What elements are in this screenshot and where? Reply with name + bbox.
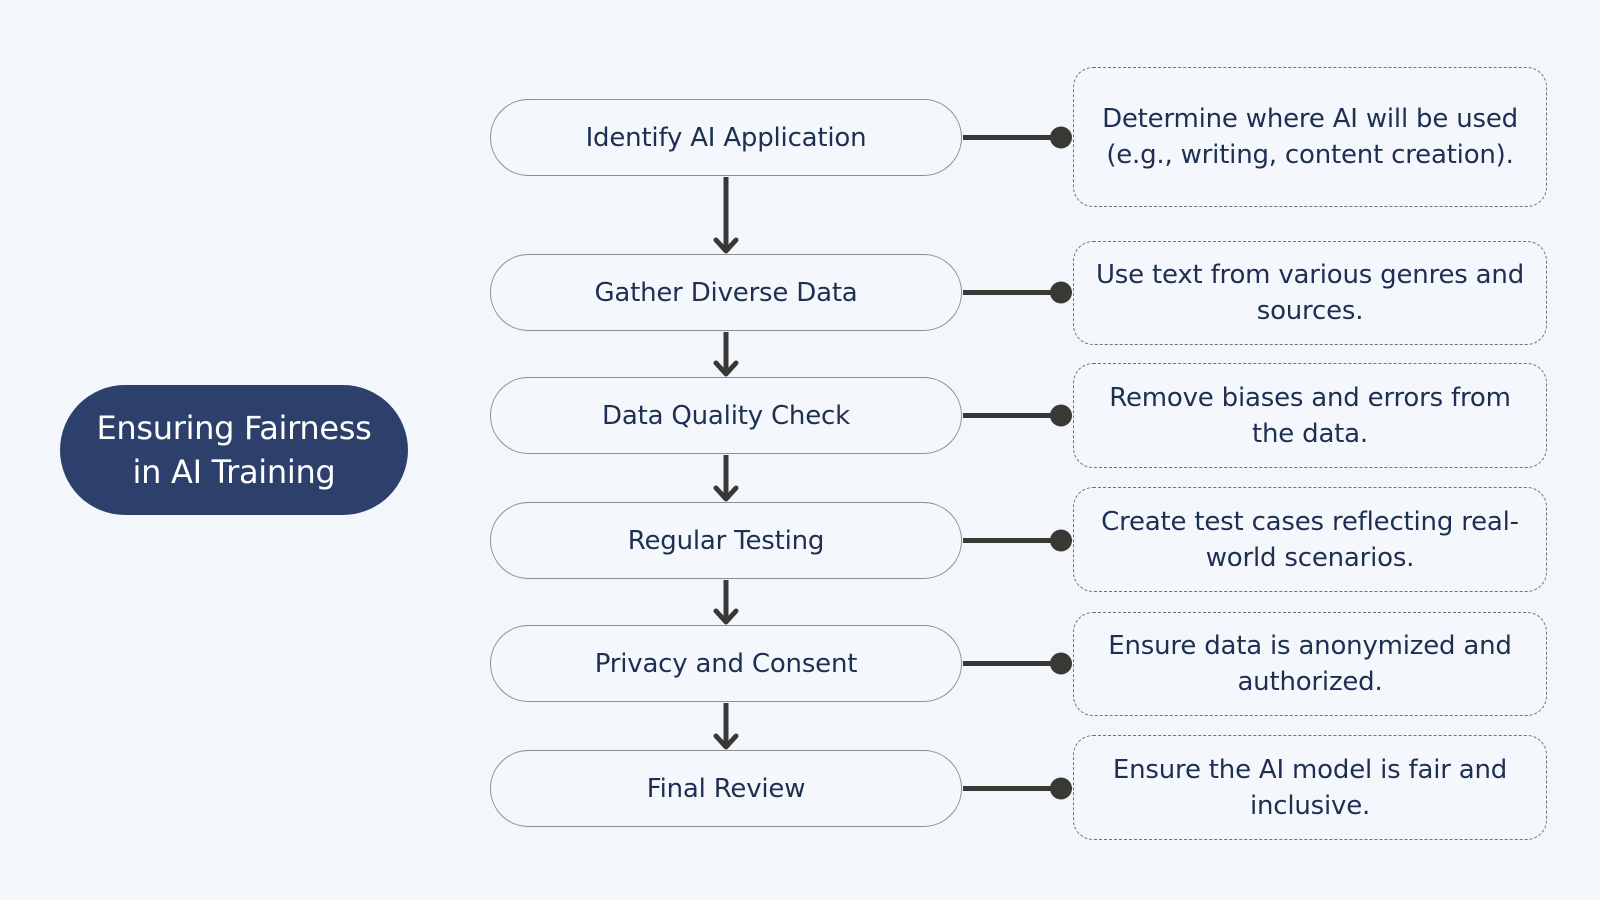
step-description-box: Determine where AI will be used (e.g., w…: [1073, 67, 1547, 207]
step-node: Data Quality Check: [490, 377, 962, 454]
step-label: Regular Testing: [627, 525, 825, 556]
diagram-title: Ensuring Fairness in AI Training: [60, 385, 408, 515]
step-label: Gather Diverse Data: [594, 277, 858, 308]
connector-dot-icon: [1050, 777, 1072, 800]
step-description-box: Remove biases and errors from the data.: [1073, 363, 1547, 468]
title-text: Ensuring Fairness in AI Training: [74, 406, 394, 494]
title-line-1: Ensuring Fairness: [96, 409, 372, 447]
arrow-down-icon: [713, 703, 739, 750]
step-label: Privacy and Consent: [594, 648, 858, 679]
step-description: Ensure the AI model is fair and inclusiv…: [1112, 754, 1508, 821]
connector-dot-icon: [1050, 281, 1072, 304]
step-label: Identify AI Application: [585, 122, 867, 153]
connector-dot-icon: [1050, 652, 1072, 675]
step-description-box: Ensure data is anonymized and authorized…: [1073, 612, 1547, 716]
step-node: Final Review: [490, 750, 962, 827]
step-description: Ensure data is anonymized and authorized…: [1108, 631, 1512, 697]
step-description-box: Ensure the AI model is fair and inclusiv…: [1073, 735, 1547, 840]
step-description: Remove biases and errors from the data.: [1109, 382, 1511, 449]
step-node: Regular Testing: [490, 502, 962, 579]
step-description: Use text from various genres and sources…: [1095, 260, 1525, 326]
connector-dot-icon: [1050, 126, 1072, 149]
step-label: Data Quality Check: [602, 400, 850, 431]
arrow-down-icon: [713, 455, 739, 502]
step-description: Create test cases reflecting real-world …: [1101, 506, 1519, 573]
step-label: Final Review: [646, 773, 806, 804]
step-node: Gather Diverse Data: [490, 254, 962, 331]
step-description: Determine where AI will be used (e.g., w…: [1102, 104, 1518, 170]
connector-dot-icon: [1050, 404, 1072, 427]
arrow-down-icon: [713, 580, 739, 625]
step-node: Privacy and Consent: [490, 625, 962, 702]
connector-dot-icon: [1050, 529, 1072, 552]
step-description-box: Use text from various genres and sources…: [1073, 241, 1547, 345]
step-node: Identify AI Application: [490, 99, 962, 176]
arrow-down-icon: [713, 177, 739, 254]
title-line-2: in AI Training: [132, 453, 336, 491]
step-description-box: Create test cases reflecting real-world …: [1073, 487, 1547, 592]
arrow-down-icon: [713, 332, 739, 377]
